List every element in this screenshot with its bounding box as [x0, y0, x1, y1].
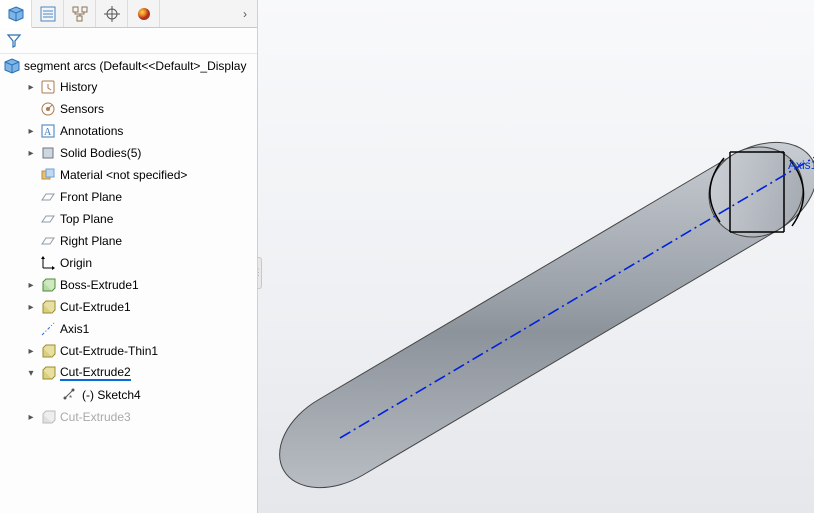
history-icon — [40, 79, 56, 95]
axis1-label[interactable]: Axis1 — [788, 158, 814, 172]
svg-text:*: * — [69, 394, 72, 403]
cutext-icon — [40, 365, 56, 381]
tab-display-manager[interactable] — [128, 0, 160, 27]
expander-icon[interactable]: ▾ — [26, 368, 36, 379]
origin-icon — [40, 255, 56, 271]
tree-item-material[interactable]: Material <not specified> — [4, 164, 257, 186]
tree-item-label: Solid Bodies(5) — [60, 146, 141, 160]
tree-item-label: Annotations — [60, 124, 123, 138]
tree-item-cutext1[interactable]: ▸ Cut-Extrude1 — [4, 296, 257, 318]
filter-row — [0, 28, 257, 54]
tree-item-label: Cut-Extrude2 — [60, 365, 131, 381]
tab-configuration-manager[interactable] — [64, 0, 96, 27]
material-icon — [40, 167, 56, 183]
tree-item-rightplane[interactable]: Right Plane — [4, 230, 257, 252]
tree-item-label: (-) Sketch4 — [82, 388, 141, 402]
tree-item-axis1[interactable]: Axis1 — [4, 318, 257, 340]
expander-icon[interactable]: ▸ — [26, 302, 36, 313]
tree-item-label: History — [60, 80, 97, 94]
cutext-icon — [40, 299, 56, 315]
tree-item-solidbodies[interactable]: ▸ Solid Bodies(5) — [4, 142, 257, 164]
axis-icon — [40, 321, 56, 337]
filter-funnel-icon[interactable] — [6, 33, 22, 49]
list-icon — [40, 6, 56, 22]
splitter-handle[interactable]: ⋮ — [258, 257, 262, 289]
tree-item-topplane[interactable]: Top Plane — [4, 208, 257, 230]
tree-item-label: Cut-Extrude1 — [60, 300, 131, 314]
plane-icon — [40, 189, 56, 205]
tree-root[interactable]: segment arcs (Default<<Default>_Display — [0, 56, 257, 76]
expander-icon[interactable]: ▸ — [26, 346, 36, 357]
plane-icon — [40, 211, 56, 227]
tree-item-frontplane[interactable]: Front Plane — [4, 186, 257, 208]
part-cube-icon — [8, 6, 24, 22]
graphics-viewport[interactable]: ⋮ — [258, 0, 814, 513]
model-3d-cylinder[interactable] — [258, 0, 814, 513]
tree-item-annotations[interactable]: ▸ A Annotations — [4, 120, 257, 142]
chevron-right-icon: › — [243, 7, 247, 21]
expander-icon[interactable]: ▸ — [26, 412, 36, 423]
tree-item-label: Material <not specified> — [60, 168, 187, 182]
appearance-sphere-icon — [136, 6, 152, 22]
expander-icon[interactable]: ▸ — [26, 280, 36, 291]
tree-item-origin[interactable]: Origin — [4, 252, 257, 274]
expander-icon[interactable]: ▸ — [26, 126, 36, 137]
tree-item-label: Sensors — [60, 102, 104, 116]
plane-icon — [40, 233, 56, 249]
tree-item-bossext1[interactable]: ▸ Boss-Extrude1 — [4, 274, 257, 296]
tab-property-manager[interactable] — [32, 0, 64, 27]
feature-tree: segment arcs (Default<<Default>_Display … — [0, 54, 257, 513]
expander-icon[interactable]: ▸ — [26, 82, 36, 93]
tree-item-label: Axis1 — [60, 322, 89, 336]
grip-icon: ⋮ — [258, 267, 263, 278]
svg-text:A: A — [44, 127, 52, 138]
tree-root-label: segment arcs (Default<<Default>_Display — [24, 59, 246, 73]
tab-dim-expert[interactable] — [96, 0, 128, 27]
config-tree-icon — [72, 6, 88, 22]
tree-item-sensors[interactable]: Sensors — [4, 98, 257, 120]
tab-feature-manager[interactable] — [0, 0, 32, 28]
panel-collapse-button[interactable]: › — [233, 0, 257, 27]
sensors-icon — [40, 101, 56, 117]
tree-item-label: Origin — [60, 256, 92, 270]
tree-item-history[interactable]: ▸ History — [4, 76, 257, 98]
annot-icon: A — [40, 123, 56, 139]
tree-item-label: Cut-Extrude3 — [60, 410, 131, 424]
extrude-icon — [40, 277, 56, 293]
panel-tab-bar: › — [0, 0, 257, 28]
cutext-icon — [40, 343, 56, 359]
feature-manager-panel: › segment arcs (Default<<Default>_Displa… — [0, 0, 258, 513]
tree-item-label: Cut-Extrude-Thin1 — [60, 344, 158, 358]
solid-icon — [40, 145, 56, 161]
expander-icon[interactable]: ▸ — [26, 148, 36, 159]
tree-item-label: Top Plane — [60, 212, 113, 226]
tree-item-cutext2[interactable]: ▾ Cut-Extrude2 — [4, 362, 257, 384]
sketch-icon: * — [62, 387, 78, 403]
tree-item-label: Boss-Extrude1 — [60, 278, 139, 292]
tree-item-label: Right Plane — [60, 234, 122, 248]
cutext-icon — [40, 409, 56, 425]
tree-item-cutext3[interactable]: ▸ Cut-Extrude3 — [4, 406, 257, 428]
tree-item-sketch4[interactable]: * (-) Sketch4 — [4, 384, 257, 406]
crosshair-icon — [104, 6, 120, 22]
part-cube-icon — [4, 58, 20, 74]
tree-item-cutextthin1[interactable]: ▸ Cut-Extrude-Thin1 — [4, 340, 257, 362]
tree-item-label: Front Plane — [60, 190, 122, 204]
